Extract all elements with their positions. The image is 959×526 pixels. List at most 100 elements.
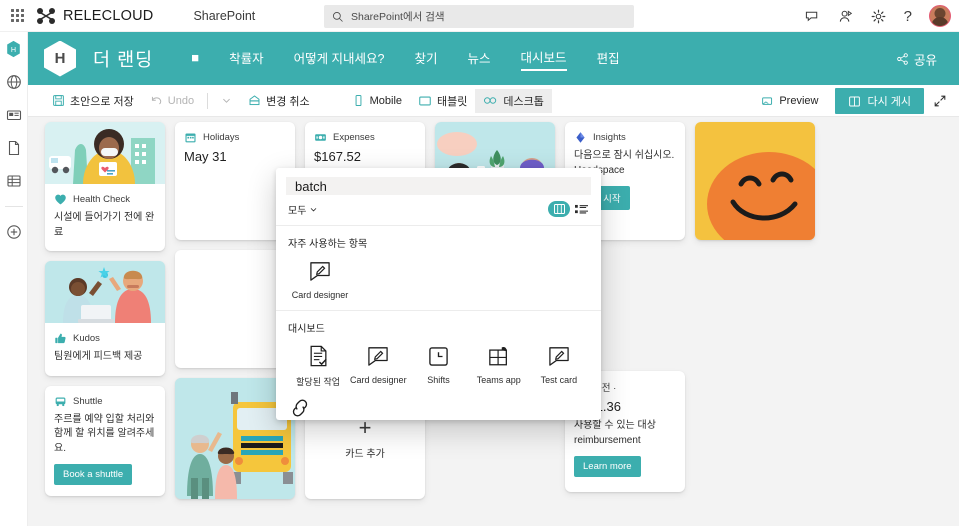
teams-app-icon <box>487 344 511 368</box>
undo-label: Undo <box>167 94 195 107</box>
health-check-text: 시설에 들어가기 전에 완료 <box>54 212 155 238</box>
rail-divider <box>4 206 23 207</box>
mobile-label: Mobile <box>369 94 403 107</box>
nav-item-edit[interactable]: 편집 <box>597 48 620 70</box>
card-designer-icon <box>547 344 571 368</box>
nav-item-0[interactable]: ■ <box>191 50 199 68</box>
share-button[interactable]: 공유 <box>896 49 937 68</box>
learn-more-button[interactable]: Learn more <box>574 456 641 477</box>
health-check-body: Health Check 시설에 들어가기 전에 완료 <box>45 184 165 251</box>
republish-label: 다시 게시 <box>867 96 911 108</box>
toolbox-item-card-designer-frequent[interactable]: Card designer <box>288 259 352 300</box>
card-designer-icon <box>308 259 332 283</box>
undo-dropdown-button[interactable] <box>213 91 240 110</box>
sharepoint-dashboard-editor: RELECLOUD SharePoint SharePoint에서 검색 ? H… <box>0 0 959 526</box>
shuttle-title: Shuttle <box>73 395 103 407</box>
toolbox-dashboard-section: 대시보드 할당된 작업 Card designer Shifts Teams a… <box>276 311 601 388</box>
suite-header: RELECLOUD SharePoint SharePoint에서 검색 ? <box>0 0 959 32</box>
toolbox-filter-dropdown[interactable]: 모두 <box>288 202 318 217</box>
share-label: 공유 <box>913 53 937 67</box>
card-kudos[interactable]: Kudos 팀원에게 피드백 제공 <box>45 261 165 376</box>
left-rail: H <box>0 32 28 526</box>
chevron-down-icon <box>221 95 232 106</box>
news-icon[interactable] <box>5 106 23 124</box>
grid-view-icon[interactable] <box>548 201 570 218</box>
toolbox-search-input[interactable]: batch <box>286 177 591 196</box>
search-placeholder: SharePoint에서 검색 <box>351 11 445 23</box>
brand-name: RELECLOUD <box>63 7 154 24</box>
expand-icon[interactable] <box>933 94 947 108</box>
desktop-view-button[interactable]: 데스크톱 <box>475 88 552 113</box>
help-icon[interactable]: ? <box>904 9 912 24</box>
globe-icon[interactable] <box>5 73 23 91</box>
dialog-caret <box>429 419 448 420</box>
site-home-icon[interactable]: H <box>5 40 23 58</box>
toolbox-item-label: Card designer <box>291 290 349 301</box>
holidays-value: May 31 <box>184 149 227 164</box>
card-headspace-illustration[interactable] <box>695 122 815 240</box>
toolbox-view-toggle <box>548 201 589 218</box>
site-logo-letter: H <box>54 50 66 67</box>
add-icon[interactable] <box>5 223 23 241</box>
nav-item-3[interactable]: 찾기 <box>415 48 438 70</box>
waffle-icon[interactable] <box>0 9 34 22</box>
nav-item-1[interactable]: 착률자 <box>229 48 264 70</box>
toolbox-dashboard-items: 할당된 작업 Card designer Shifts Teams app Te… <box>288 344 589 388</box>
discard-changes-button[interactable]: 변경 취소 <box>240 89 318 113</box>
calendar-icon <box>184 131 197 144</box>
undo-button[interactable]: Undo <box>142 90 202 111</box>
feedback-icon[interactable] <box>805 8 821 24</box>
toolbox-item-label: Card designer <box>350 375 407 385</box>
page-icon[interactable] <box>5 139 23 157</box>
shuttle-body: Shuttle 주르를 예약 입할 처리와 함께 할 위치를 알려주세요. Bo… <box>45 386 165 497</box>
toolbox-item-test-card[interactable]: Test card <box>529 344 589 388</box>
mobile-view-button[interactable]: Mobile <box>344 90 410 111</box>
link-icon[interactable] <box>288 396 312 420</box>
save-as-draft-button[interactable]: 초안으로 저장 <box>44 89 142 113</box>
card-designer-icon <box>366 344 390 368</box>
site-nav: ■ 착률자 어떻게 지내세요? 찾기 뉴스 대시보드 편집 <box>191 47 620 71</box>
toolbox-item-card-designer[interactable]: Card designer <box>348 344 408 388</box>
search-icon <box>333 11 343 22</box>
toolbox-filter-row: 모두 <box>276 195 601 227</box>
book-shuttle-button[interactable]: Book a shuttle <box>54 464 133 485</box>
nav-item-2[interactable]: 어떻게 지내세요? <box>294 48 385 70</box>
site-header: H 더 랜딩 ■ 착률자 어떻게 지내세요? 찾기 뉴스 대시보드 편집 공유 <box>28 32 959 85</box>
holidays-title: Holidays <box>203 132 240 143</box>
kudos-illustration <box>45 261 165 323</box>
desktop-icon <box>483 94 498 107</box>
toolbox-item-shifts[interactable]: Shifts <box>408 344 468 388</box>
share-icon <box>897 52 908 65</box>
toolbox-frequent-items: Card designer <box>288 259 589 300</box>
undo-icon <box>150 94 163 107</box>
money-icon <box>314 131 327 144</box>
heart-icon <box>54 193 67 206</box>
list-view-icon[interactable] <box>574 203 589 216</box>
shuttle-header: Shuttle <box>54 395 156 408</box>
kudos-text: 팀원에게 피드백 제공 <box>54 351 143 362</box>
avatar[interactable] <box>929 5 951 27</box>
card-shuttle[interactable]: Shuttle 주르를 예약 입할 처리와 함께 할 위치를 알려주세요. Bo… <box>45 385 165 497</box>
health-check-illustration <box>45 122 165 184</box>
shuttle-text: 주르를 예약 입할 처리와 함께 할 위치를 알려주세요. <box>54 413 155 454</box>
search-input[interactable]: SharePoint에서 검색 <box>324 5 634 28</box>
brand[interactable]: RELECLOUD <box>36 7 153 25</box>
nav-item-4[interactable]: 뉴스 <box>468 48 491 70</box>
toolbox-item-assigned-tasks[interactable]: 할당된 작업 <box>288 344 348 388</box>
preview-button[interactable]: Preview <box>753 91 826 112</box>
thumbsup-icon <box>54 332 67 345</box>
nav-item-dashboard[interactable]: 대시보드 <box>520 47 567 71</box>
list-icon[interactable] <box>5 172 23 190</box>
bus-icon <box>54 395 67 408</box>
present-icon[interactable] <box>838 8 854 24</box>
suite-app-name[interactable]: SharePoint <box>193 9 255 23</box>
tablet-view-button[interactable]: 태블릿 <box>410 89 475 113</box>
site-logo-icon[interactable]: H <box>44 40 76 77</box>
card-health-check[interactable]: Health Check 시설에 들어가기 전에 완료 <box>45 122 165 251</box>
save-icon <box>52 94 65 107</box>
card-column-6 <box>695 122 815 499</box>
toolbox-item-teams-app[interactable]: Teams app <box>469 344 529 388</box>
health-check-title: Health Check <box>73 194 131 205</box>
gear-icon[interactable] <box>871 8 887 24</box>
republish-button[interactable]: 다시 게시 <box>835 88 924 114</box>
